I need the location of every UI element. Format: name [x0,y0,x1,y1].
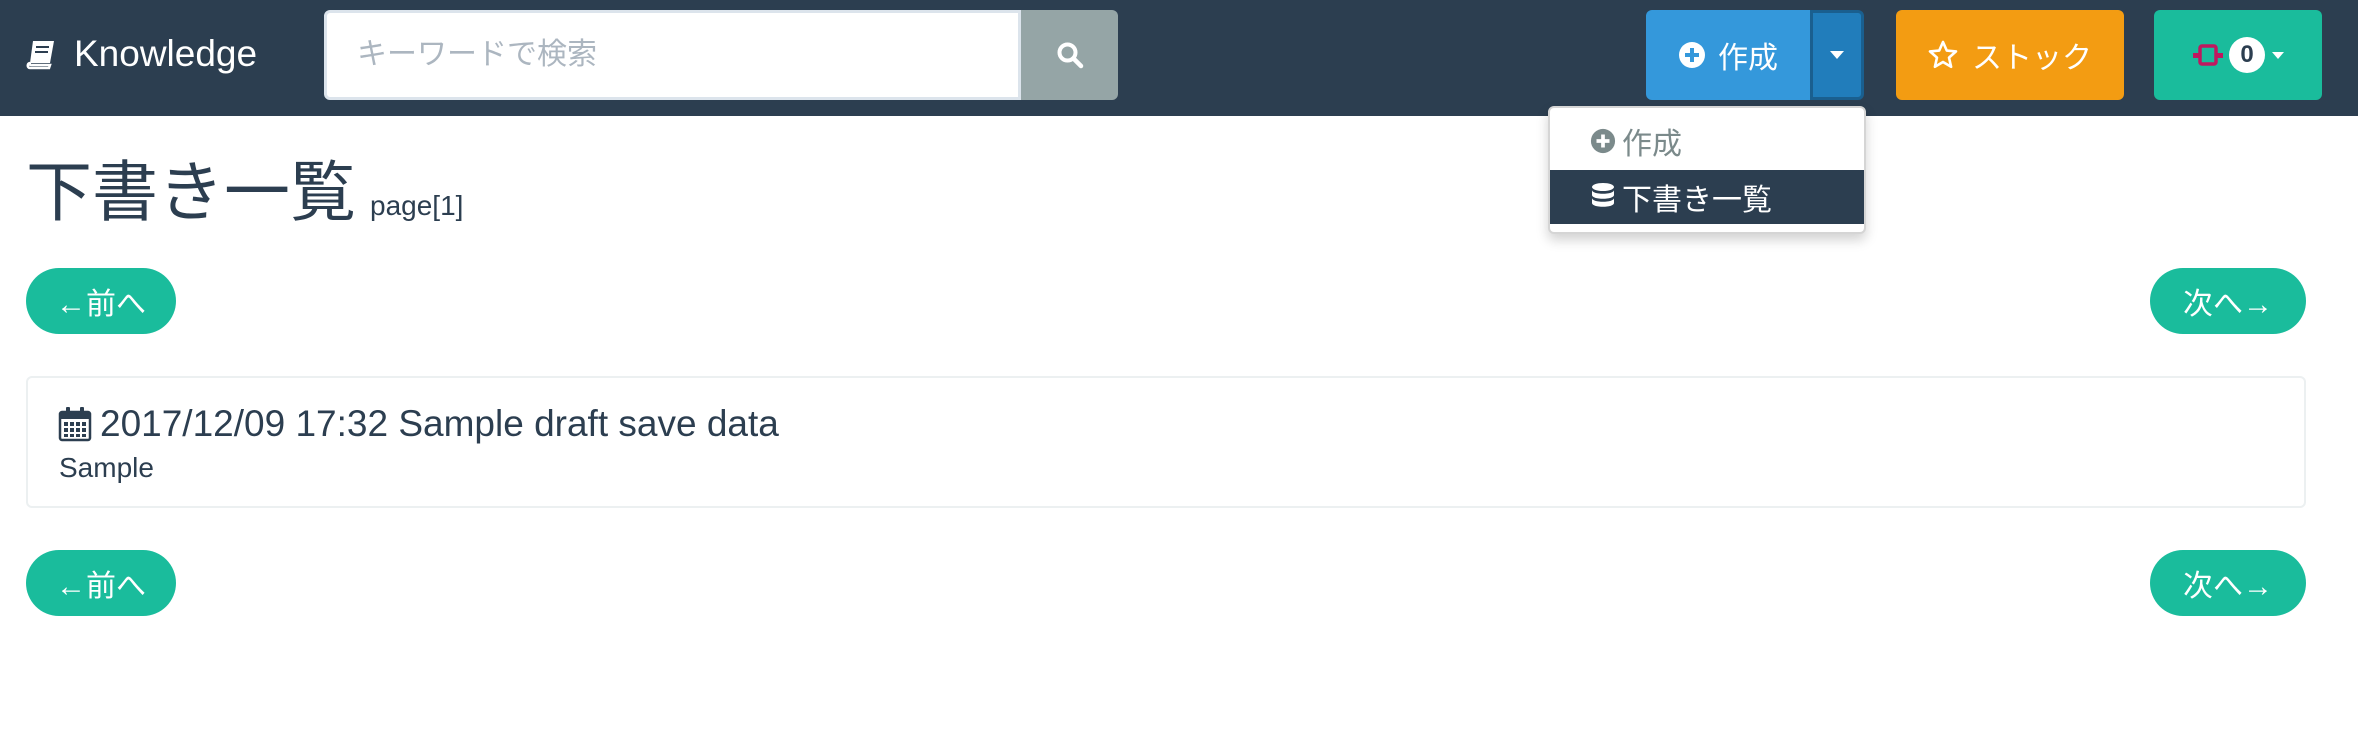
search-input[interactable] [324,10,1021,100]
draft-list-item[interactable]: 2017/12/09 17:32 Sample draft save data … [26,376,2306,508]
menu-item-drafts[interactable]: 下書き一覧 [1550,170,1864,224]
draft-body: Sample [59,452,154,483]
calendar-icon [58,407,92,442]
page-header: 下書き一覧 page[1] [26,152,463,232]
next-page-button[interactable]: 次へ→ [2150,550,2306,616]
stock-button[interactable]: ストック [1896,10,2124,100]
create-button[interactable]: 作成 [1646,10,1810,100]
caret-down-icon [2272,51,2284,59]
top-navbar: Knowledge 作成 ストック [0,0,2358,116]
search-form [324,10,1118,100]
stock-button-label: ストック [1972,42,2092,75]
menu-item-label: 作成 [1622,128,1682,161]
menu-item-label: 下書き一覧 [1622,184,1772,217]
menu-item-create[interactable]: 作成 [1550,114,1864,168]
page-title: 下書き一覧 [26,155,356,229]
create-button-label: 作成 [1718,42,1778,75]
caret-down-icon [1830,51,1844,59]
star-outline-icon [1928,40,1958,69]
search-button[interactable] [1021,10,1118,100]
prev-page-button[interactable]: ←前へ [26,550,176,616]
draft-title-row: 2017/12/09 17:32 Sample draft save data [58,400,779,448]
search-icon [1057,42,1083,69]
page-number: page[1] [370,190,464,221]
database-icon [1592,183,1614,207]
draft-title: 2017/12/09 17:32 Sample draft save data [100,403,779,444]
brand-name: Knowledge [74,33,258,74]
plus-circle-icon [1590,128,1616,154]
notification-plug-icon [2193,44,2223,66]
create-dropdown-toggle[interactable] [1810,10,1864,100]
prev-page-button[interactable]: ←前へ [26,268,176,334]
notification-count-badge: 0 [2229,37,2265,73]
next-page-button[interactable]: 次へ→ [2150,268,2306,334]
create-dropdown-menu: 作成 下書き一覧 [1548,106,1866,234]
notification-button[interactable]: 0 [2154,10,2322,100]
plus-circle-icon [1679,42,1705,68]
book-icon [26,41,54,70]
brand-link[interactable]: Knowledge [24,28,257,80]
